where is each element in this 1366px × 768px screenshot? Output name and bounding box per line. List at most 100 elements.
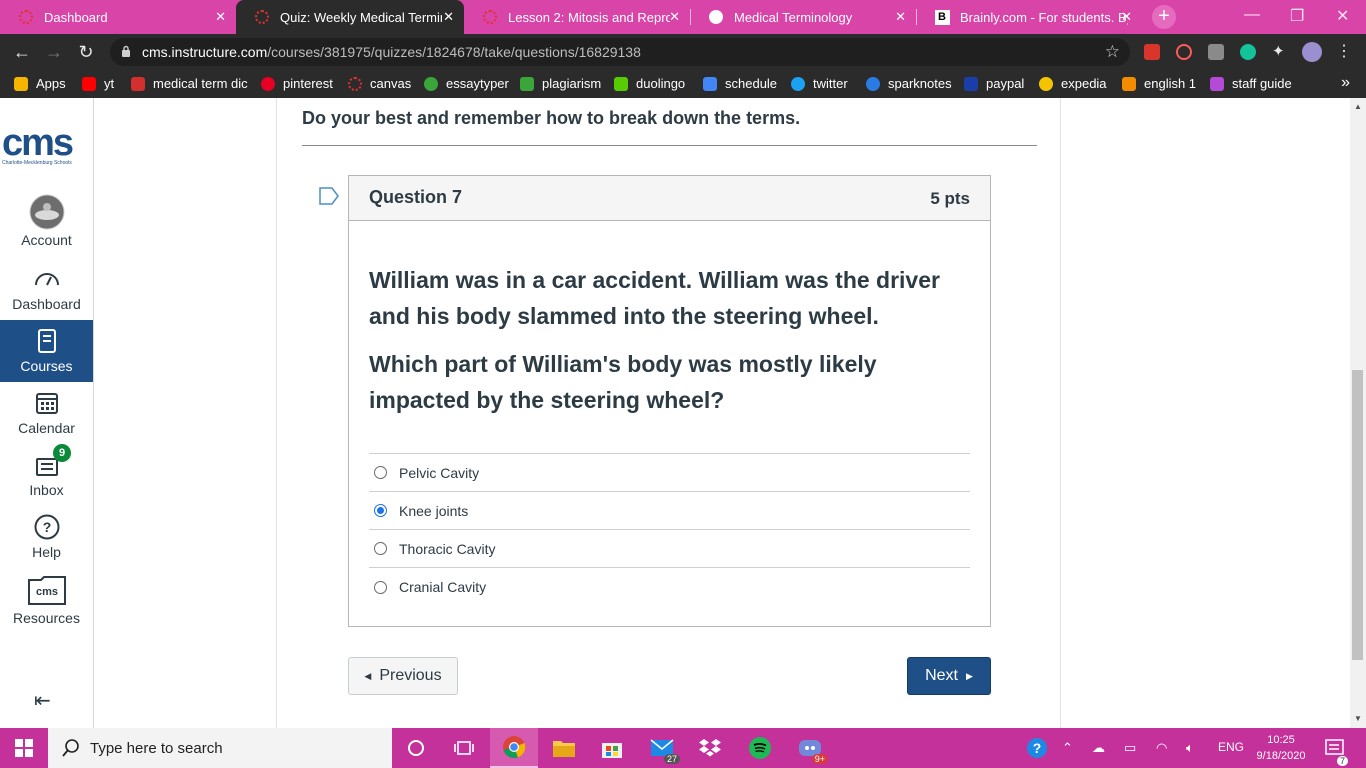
answer-option[interactable]: Knee joints [369,492,970,530]
logo-subtitle: Charlotte-Mecklenburg Schools [2,160,72,166]
bookmark-staff-guide[interactable]: staff guide [1210,76,1292,91]
taskbar-clock[interactable]: 10:25 9/18/2020 [1250,732,1312,764]
profile-avatar-icon[interactable] [1302,42,1322,62]
nav-courses[interactable]: Courses [0,320,93,382]
answer-label[interactable]: Pelvic Cavity [399,465,479,481]
language-indicator[interactable]: ENG [1218,740,1244,754]
bookmark-yt[interactable]: yt [82,76,114,91]
tab-dashboard[interactable]: Dashboard ✕ [0,0,236,34]
bookmark-paypal[interactable]: paypal [964,76,1024,91]
logo-text: cms [2,122,74,164]
windows-start-icon[interactable] [0,728,48,768]
bookmark-sparknotes[interactable]: sparknotes [866,76,952,91]
nav-calendar[interactable]: Calendar [0,382,93,444]
scroll-up-icon[interactable]: ▲ [1354,102,1362,111]
answer-label[interactable]: Cranial Cavity [399,579,486,595]
collapse-nav-icon[interactable]: ⇤ [34,688,51,713]
dropbox-icon[interactable] [686,728,734,768]
tab-close-icon[interactable]: ✕ [443,9,454,25]
file-explorer-icon[interactable] [540,728,588,768]
address-bar[interactable]: cms.instructure.com/courses/381975/quizz… [110,38,1130,66]
extensions-puzzle-icon[interactable]: ✦ [1272,44,1288,60]
pdf-extension-icon[interactable] [1144,44,1160,60]
radio-button[interactable] [374,542,387,555]
restore-icon[interactable]: ❐ [1290,6,1304,26]
pinterest-icon [261,76,275,91]
bookmark-twitter[interactable]: twitter [791,76,848,91]
tab-close-icon[interactable]: ✕ [1121,9,1132,25]
bookmarks-overflow-icon[interactable]: » [1341,74,1350,92]
bookmark-medical-term-dic[interactable]: medical term dic [131,76,248,91]
discord-icon[interactable]: 9+ [786,728,834,768]
store-icon[interactable] [588,728,636,768]
cortana-icon[interactable] [392,728,440,768]
wifi-icon[interactable]: ◠ [1156,740,1167,756]
bookmark-apps[interactable]: Apps [14,76,66,91]
new-tab-button[interactable]: + [1152,5,1176,29]
extension-icon[interactable] [1208,44,1224,60]
notifications-icon[interactable]: 7 [1324,737,1348,766]
bookmark-schedule[interactable]: schedule [703,76,777,91]
scroll-down-icon[interactable]: ▼ [1354,714,1362,723]
quiz-content: Do your best and remember how to break d… [276,98,1061,728]
bookmark-pinterest[interactable]: pinterest [261,76,333,91]
tab-lesson[interactable]: Lesson 2: Mitosis and Reprodu ✕ [464,0,690,34]
tab-close-icon[interactable]: ✕ [895,9,906,25]
bookmark-english-1[interactable]: english 1 [1122,76,1196,91]
bookmark-plagiarism[interactable]: plagiarism [520,76,601,91]
menu-kebab-icon[interactable]: ⋮ [1336,44,1352,60]
reload-icon[interactable]: ↻ [74,40,98,64]
bookmarks-bar: Apps yt medical term dic pinterest canva… [0,70,1366,98]
chrome-taskbar-icon[interactable] [490,728,538,768]
close-window-icon[interactable]: ✕ [1336,6,1349,26]
bookmark-expedia[interactable]: expedia [1039,76,1107,91]
radio-button-selected[interactable] [374,504,387,517]
battery-icon[interactable]: ▭ [1124,740,1136,756]
paypal-icon [964,76,978,91]
nav-inbox[interactable]: 9 Inbox [0,444,93,506]
tab-quiz[interactable]: Quiz: Weekly Medical Terminol ✕ [236,0,464,34]
scroll-thumb[interactable] [1352,370,1363,660]
answer-label[interactable]: Knee joints [399,503,468,519]
nav-help[interactable]: ? Help [0,506,93,568]
courses-book-icon [34,328,60,354]
radio-button[interactable] [374,466,387,479]
bookmark-canvas[interactable]: canvas [348,76,411,91]
tab-brainly[interactable]: B Brainly.com - For students. By ✕ [916,0,1142,34]
mail-icon[interactable]: 27 [638,728,686,768]
spotify-icon[interactable] [736,728,784,768]
radio-button[interactable] [374,580,387,594]
nav-account[interactable]: Account [0,188,93,252]
extension-icon[interactable] [1176,44,1192,60]
tab-close-icon[interactable]: ✕ [669,9,680,25]
taskbar-search[interactable]: Type here to search [48,728,392,768]
back-arrow-icon[interactable]: ← [10,40,34,64]
show-hidden-icons[interactable]: ⌃ [1062,740,1073,756]
answer-option[interactable]: Thoracic Cavity [369,530,970,568]
answer-label[interactable]: Thoracic Cavity [399,541,495,557]
previous-button[interactable]: ◀ Previous [348,657,458,695]
help-tray-icon[interactable]: ? [1026,737,1048,762]
volume-icon[interactable]: 🔈︎ [1186,740,1194,756]
answer-option[interactable]: Cranial Cavity [369,568,970,606]
flag-question-icon[interactable] [319,187,339,205]
answer-option[interactable]: Pelvic Cavity [369,454,970,492]
tab-close-icon[interactable]: ✕ [215,9,226,25]
cms-logo[interactable]: cms Charlotte-Mecklenburg Schools [2,122,92,166]
bookmark-duolingo[interactable]: duolingo [614,76,685,91]
bookmark-star-icon[interactable]: ☆ [1105,42,1120,62]
nav-dashboard[interactable]: Dashboard [0,258,93,320]
nav-resources[interactable]: cms Resources [0,568,93,634]
nav-label: Inbox [29,482,64,498]
onedrive-icon[interactable]: ☁ [1092,740,1105,756]
bookmark-essaytyper[interactable]: essaytyper [424,76,509,91]
duolingo-icon [614,76,628,91]
grammarly-icon[interactable] [1240,44,1256,60]
forward-arrow-icon[interactable]: → [42,40,66,64]
minimize-icon[interactable]: — [1244,6,1260,24]
task-view-icon[interactable] [440,728,488,768]
tab-medical-terminology[interactable]: Medical Terminology ✕ [690,0,916,34]
next-button[interactable]: Next ▶ [907,657,991,695]
page-scrollbar[interactable]: ▲ ▼ [1350,98,1366,728]
url-text: cms.instructure.com/courses/381975/quizz… [142,44,641,60]
